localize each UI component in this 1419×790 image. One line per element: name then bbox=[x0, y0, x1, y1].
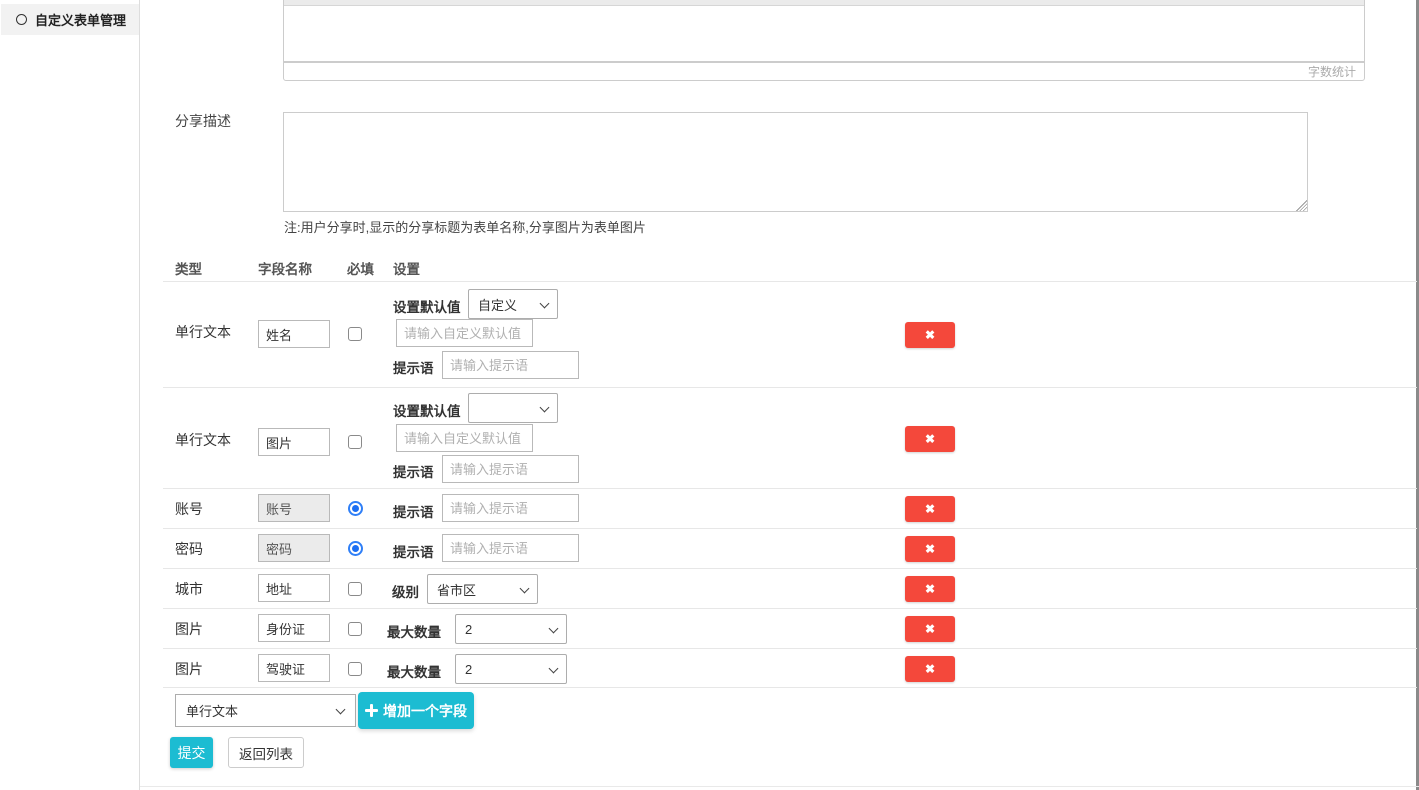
delete-field-button[interactable]: ✖ bbox=[905, 496, 955, 522]
field-type-label: 单行文本 bbox=[175, 322, 231, 342]
delete-x-icon: ✖ bbox=[925, 582, 935, 596]
header-settings: 设置 bbox=[393, 258, 420, 278]
field-name-input bbox=[258, 534, 330, 562]
max-count-label: 最大数量 bbox=[387, 661, 441, 681]
hint-label: 提示语 bbox=[393, 357, 434, 377]
plus-icon bbox=[365, 704, 378, 717]
chevron-down-icon bbox=[540, 299, 550, 309]
new-field-type-select[interactable]: 单行文本 bbox=[175, 694, 356, 727]
field-row: 密码 提示语 ✖ bbox=[163, 529, 1417, 569]
chevron-down-icon bbox=[336, 705, 346, 715]
header-type: 类型 bbox=[175, 258, 202, 278]
menu-circle-icon bbox=[16, 14, 27, 25]
hint-input[interactable] bbox=[442, 534, 579, 562]
field-name-input[interactable] bbox=[258, 614, 330, 642]
fields-table: 类型 字段名称 必填 设置 单行文本 设置默认值 自定义 提示语 ✖ 单行文本 … bbox=[163, 255, 1417, 688]
delete-field-button[interactable]: ✖ bbox=[905, 322, 955, 348]
field-name-input[interactable] bbox=[258, 654, 330, 682]
field-row: 账号 提示语 ✖ bbox=[163, 489, 1417, 529]
level-label: 级别 bbox=[392, 581, 419, 601]
default-value-select[interactable]: 自定义 bbox=[468, 289, 558, 319]
field-row: 图片 最大数量 2 ✖ bbox=[163, 649, 1417, 688]
hint-input[interactable] bbox=[442, 351, 579, 379]
chevron-down-icon bbox=[549, 624, 559, 634]
field-name-input[interactable] bbox=[258, 428, 330, 456]
chevron-down-icon bbox=[540, 403, 550, 413]
back-to-list-button[interactable]: 返回列表 bbox=[228, 737, 304, 768]
field-type-label: 图片 bbox=[175, 649, 203, 689]
delete-field-button[interactable]: ✖ bbox=[905, 426, 955, 452]
header-field-name: 字段名称 bbox=[258, 258, 312, 278]
field-type-label: 城市 bbox=[175, 569, 203, 609]
delete-x-icon: ✖ bbox=[925, 502, 935, 516]
required-checkbox[interactable] bbox=[348, 435, 362, 449]
share-description-textarea[interactable] bbox=[283, 112, 1308, 212]
share-description-label: 分享描述 bbox=[175, 111, 231, 131]
rich-text-editor-area[interactable] bbox=[283, 0, 1365, 62]
required-radio-checked[interactable] bbox=[348, 501, 363, 516]
sidebar: 自定义表单管理 bbox=[0, 0, 140, 790]
field-row: 城市 级别 省市区 ✖ bbox=[163, 569, 1417, 609]
chevron-down-icon bbox=[520, 584, 530, 594]
hint-label: 提示语 bbox=[393, 541, 434, 561]
custom-default-input[interactable] bbox=[396, 319, 533, 347]
field-name-input bbox=[258, 494, 330, 522]
delete-x-icon: ✖ bbox=[925, 432, 935, 446]
hint-label: 提示语 bbox=[393, 461, 434, 481]
required-checkbox[interactable] bbox=[348, 662, 362, 676]
max-count-select[interactable]: 2 bbox=[455, 614, 567, 644]
hint-input[interactable] bbox=[442, 455, 579, 483]
delete-field-button[interactable]: ✖ bbox=[905, 656, 955, 682]
chevron-down-icon bbox=[549, 664, 559, 674]
submit-button[interactable]: 提交 bbox=[170, 737, 213, 768]
delete-field-button[interactable]: ✖ bbox=[905, 536, 955, 562]
default-value-select[interactable] bbox=[468, 393, 558, 423]
required-checkbox[interactable] bbox=[348, 582, 362, 596]
add-field-button[interactable]: 增加一个字段 bbox=[358, 692, 474, 729]
share-note-text: 注:用户分享时,显示的分享标题为表单名称,分享图片为表单图片 bbox=[284, 217, 646, 236]
sidebar-item-label: 自定义表单管理 bbox=[35, 10, 126, 29]
fields-table-header: 类型 字段名称 必填 设置 bbox=[163, 255, 1417, 282]
required-checkbox[interactable] bbox=[348, 622, 362, 636]
field-row: 图片 最大数量 2 ✖ bbox=[163, 609, 1417, 649]
field-type-label: 密码 bbox=[175, 529, 203, 569]
wordcount-label: 字数统计 bbox=[1308, 63, 1356, 80]
custom-default-input[interactable] bbox=[396, 424, 533, 452]
hint-input[interactable] bbox=[442, 494, 579, 522]
field-row: 单行文本 设置默认值 提示语 ✖ bbox=[163, 388, 1417, 489]
field-name-input[interactable] bbox=[258, 320, 330, 348]
delete-field-button[interactable]: ✖ bbox=[905, 576, 955, 602]
field-type-label: 账号 bbox=[175, 489, 203, 529]
delete-x-icon: ✖ bbox=[925, 622, 935, 636]
field-row: 单行文本 设置默认值 自定义 提示语 ✖ bbox=[163, 282, 1417, 388]
editor-toolbar-edge bbox=[284, 0, 1364, 6]
content-bottom-divider bbox=[140, 786, 1419, 787]
delete-field-button[interactable]: ✖ bbox=[905, 616, 955, 642]
required-radio-checked[interactable] bbox=[348, 541, 363, 556]
editor-wordcount-bar: 字数统计 bbox=[283, 62, 1365, 81]
max-count-label: 最大数量 bbox=[387, 621, 441, 641]
header-required: 必填 bbox=[347, 258, 374, 278]
field-type-label: 单行文本 bbox=[175, 430, 231, 450]
sidebar-item-custom-form-management[interactable]: 自定义表单管理 bbox=[1, 4, 139, 35]
field-type-label: 图片 bbox=[175, 609, 203, 649]
delete-x-icon: ✖ bbox=[925, 662, 935, 676]
delete-x-icon: ✖ bbox=[925, 328, 935, 342]
required-checkbox[interactable] bbox=[348, 327, 362, 341]
default-value-label: 设置默认值 bbox=[393, 296, 461, 316]
field-name-input[interactable] bbox=[258, 574, 330, 602]
default-value-label: 设置默认值 bbox=[393, 400, 461, 420]
level-select[interactable]: 省市区 bbox=[427, 574, 538, 604]
delete-x-icon: ✖ bbox=[925, 542, 935, 556]
hint-label: 提示语 bbox=[393, 501, 434, 521]
max-count-select[interactable]: 2 bbox=[455, 654, 567, 684]
